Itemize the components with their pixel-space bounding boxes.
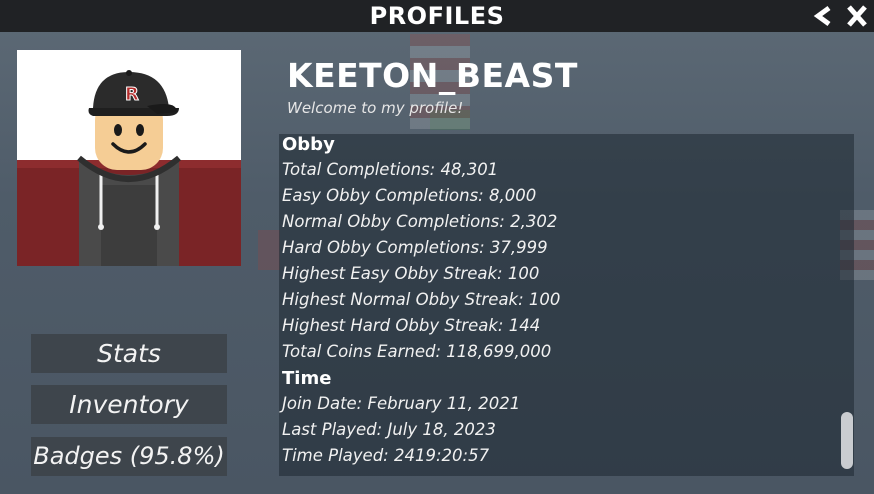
- stat-highest-easy-streak: Highest Easy Obby Streak: 100: [282, 264, 540, 283]
- stats-section-time: Time Join Date: February 11, 2021 Last P…: [279, 367, 854, 469]
- stat-last-played: Last Played: July 18, 2023: [282, 420, 496, 439]
- inventory-button[interactable]: Inventory: [31, 385, 227, 424]
- window-title: PROFILES: [369, 2, 505, 30]
- stat-easy-completions: Easy Obby Completions: 8,000: [282, 186, 537, 205]
- background-block-left: [258, 230, 280, 270]
- stat-total-coins: Total Coins Earned: 118,699,000: [282, 342, 552, 361]
- avatar: R: [17, 50, 241, 266]
- close-button[interactable]: [842, 0, 872, 32]
- stat-normal-completions: Normal Obby Completions: 2,302: [282, 212, 558, 231]
- stat-hard-completions: Hard Obby Completions: 37,999: [282, 238, 548, 257]
- avatar-image: R: [17, 70, 241, 266]
- stat-highest-hard-streak: Highest Hard Obby Streak: 144: [282, 316, 541, 335]
- chevron-left-icon: [813, 5, 831, 27]
- profile-bio: Welcome to my profile!: [287, 99, 464, 117]
- section-heading-time: Time: [282, 368, 332, 389]
- stat-time-played: Time Played: 2419:20:57: [282, 446, 490, 465]
- stats-button[interactable]: Stats: [31, 334, 227, 373]
- badges-button[interactable]: Badges (95.8%): [31, 437, 227, 476]
- close-icon: [847, 5, 867, 27]
- stat-join-date: Join Date: February 11, 2021: [282, 394, 521, 413]
- stat-total-completions: Total Completions: 48,301: [282, 160, 499, 179]
- profile-username: KEETON_BEAST: [287, 56, 578, 95]
- back-button[interactable]: [810, 0, 836, 32]
- stats-panel[interactable]: Obby Total Completions: 48,301 Easy Obby…: [279, 134, 854, 476]
- stat-highest-normal-streak: Highest Normal Obby Streak: 100: [282, 290, 561, 309]
- section-heading-obby: Obby: [282, 134, 335, 155]
- stats-scrollbar[interactable]: [841, 412, 853, 469]
- stats-section-obby: Obby Total Completions: 48,301 Easy Obby…: [279, 134, 854, 365]
- cap-logo: R: [125, 84, 139, 105]
